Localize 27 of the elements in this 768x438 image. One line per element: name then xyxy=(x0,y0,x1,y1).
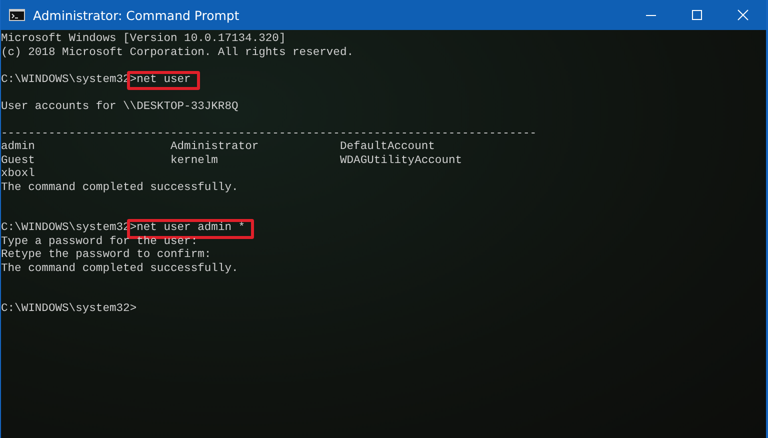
console-icon xyxy=(9,9,25,21)
prompt-path: C:\WINDOWS\system32 xyxy=(1,303,130,316)
output-line: Retype the password to confirm: xyxy=(1,249,212,262)
output-line: (c) 2018 Microsoft Corporation. All rights reserved. xyxy=(1,46,354,60)
maximize-icon xyxy=(691,9,703,21)
close-icon xyxy=(737,9,749,21)
output-line: The command completed successfully. xyxy=(1,262,238,276)
account-name: WDAGUtilityAccount xyxy=(340,154,464,168)
prompt-symbol: > xyxy=(130,222,137,236)
command-text: net user xyxy=(136,74,191,87)
account-name: Guest xyxy=(1,154,36,168)
output-line: The command completed successfully. xyxy=(1,182,238,195)
account-name: kernelm xyxy=(170,154,219,168)
prompt-symbol: > xyxy=(130,74,137,87)
account-name: DefaultAccount xyxy=(340,141,436,154)
output-line: User accounts for \\DESKTOP-33JKR8Q xyxy=(1,100,238,114)
output-line: Microsoft Windows [Version 10.0.17134.320] xyxy=(1,33,286,46)
account-name: Administrator xyxy=(170,141,260,154)
window-title: Administrator: Command Prompt xyxy=(33,8,240,22)
account-name: admin xyxy=(1,141,36,154)
prompt-path: C:\WINDOWS\system32 xyxy=(1,222,130,236)
account-name: xboxl xyxy=(1,168,36,182)
prompt-symbol: > xyxy=(130,303,137,316)
output-line: ------------------------------------------------------------------------------- xyxy=(1,128,537,140)
output-line: Type a password for the user: xyxy=(1,236,198,248)
command-text: net user admin * xyxy=(136,222,246,236)
prompt-path: C:\WINDOWS\system32 xyxy=(1,74,130,87)
